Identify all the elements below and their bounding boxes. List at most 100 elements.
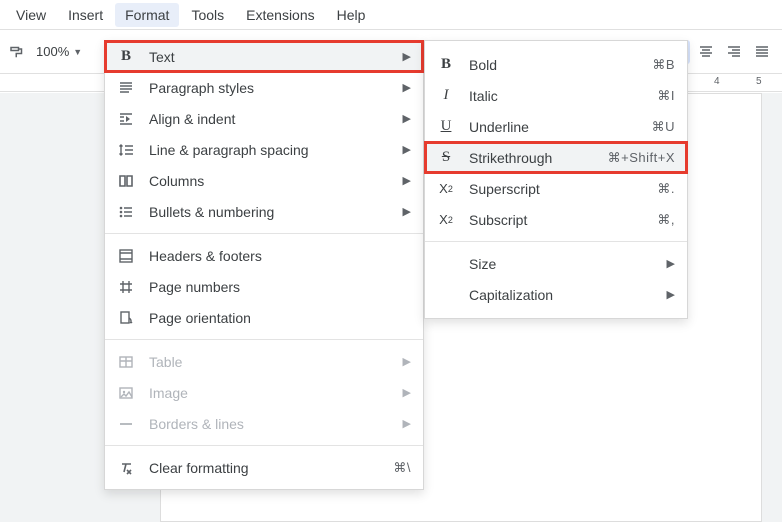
- headers-footers-icon: [117, 247, 135, 265]
- text-underline[interactable]: U Underline ⌘U: [425, 111, 687, 142]
- menubar: View Insert Format Tools Extensions Help: [0, 0, 782, 30]
- text-italic-shortcut: ⌘I: [657, 88, 675, 104]
- align-right-button[interactable]: [722, 40, 746, 64]
- text-subscript-shortcut: ⌘,: [657, 212, 675, 228]
- format-text[interactable]: B Text ▶: [105, 41, 423, 72]
- menu-help[interactable]: Help: [327, 3, 376, 27]
- strikethrough-icon: S: [437, 149, 455, 167]
- format-paragraph-styles[interactable]: Paragraph styles ▶: [105, 72, 423, 103]
- text-caps-label: Capitalization: [469, 287, 653, 303]
- page-orientation-icon: [117, 309, 135, 327]
- table-icon: [117, 353, 135, 371]
- chevron-right-icon: ▶: [403, 205, 411, 218]
- menu-view[interactable]: View: [6, 3, 56, 27]
- text-strike-label: Strikethrough: [469, 150, 594, 166]
- italic-icon: I: [437, 87, 455, 105]
- line-spacing-icon: [117, 141, 135, 159]
- chevron-right-icon: ▶: [667, 257, 675, 270]
- format-table-label: Table: [149, 354, 389, 370]
- text-strikethrough[interactable]: S Strikethrough ⌘+Shift+X: [425, 142, 687, 173]
- format-headers-label: Headers & footers: [149, 248, 411, 264]
- menu-separator: [105, 339, 423, 340]
- format-line-spacing[interactable]: Line & paragraph spacing ▶: [105, 134, 423, 165]
- text-bold-shortcut: ⌘B: [652, 57, 675, 73]
- text-subscript-label: Subscript: [469, 212, 643, 228]
- bold-icon: B: [437, 56, 455, 74]
- chevron-right-icon: ▶: [403, 355, 411, 368]
- chevron-right-icon: ▶: [403, 143, 411, 156]
- format-menu: B Text ▶ Paragraph styles ▶ Align & inde…: [104, 40, 424, 490]
- text-superscript-label: Superscript: [469, 181, 643, 197]
- chevron-right-icon: ▶: [403, 386, 411, 399]
- format-columns-label: Columns: [149, 173, 389, 189]
- superscript-icon: X2: [437, 180, 455, 198]
- underline-icon: U: [437, 118, 455, 136]
- menu-insert[interactable]: Insert: [58, 3, 113, 27]
- clear-formatting-icon: [117, 459, 135, 477]
- menu-separator: [105, 445, 423, 446]
- format-page-orientation[interactable]: Page orientation: [105, 302, 423, 333]
- align-justify-button[interactable]: [750, 40, 774, 64]
- chevron-down-icon: ▼: [73, 47, 82, 57]
- text-size-label: Size: [469, 256, 653, 272]
- page-numbers-icon: [117, 278, 135, 296]
- format-text-label: Text: [149, 49, 389, 65]
- paragraph-styles-icon: [117, 79, 135, 97]
- text-italic[interactable]: I Italic ⌘I: [425, 80, 687, 111]
- bullets-icon: [117, 203, 135, 221]
- format-clear-shortcut: ⌘\: [393, 460, 411, 476]
- paint-format-icon[interactable]: [8, 43, 26, 61]
- format-borders-label: Borders & lines: [149, 416, 389, 432]
- format-align-indent[interactable]: Align & indent ▶: [105, 103, 423, 134]
- bold-icon: B: [117, 48, 135, 66]
- menu-separator: [105, 233, 423, 234]
- format-headers-footers[interactable]: Headers & footers: [105, 240, 423, 271]
- ruler-tick-5: 5: [756, 76, 762, 87]
- format-bullets[interactable]: Bullets & numbering ▶: [105, 196, 423, 227]
- chevron-right-icon: ▶: [403, 174, 411, 187]
- image-icon: [117, 384, 135, 402]
- borders-icon: [117, 415, 135, 433]
- text-size[interactable]: Size ▶: [425, 248, 687, 279]
- format-bullets-label: Bullets & numbering: [149, 204, 389, 220]
- format-pagenumbers-label: Page numbers: [149, 279, 411, 295]
- format-borders-lines: Borders & lines ▶: [105, 408, 423, 439]
- text-submenu: B Bold ⌘B I Italic ⌘I U Underline ⌘U S S…: [424, 40, 688, 319]
- zoom-dropdown[interactable]: 100% ▼: [36, 44, 82, 59]
- menu-tools[interactable]: Tools: [181, 3, 234, 27]
- text-strike-shortcut: ⌘+Shift+X: [608, 150, 675, 166]
- text-italic-label: Italic: [469, 88, 643, 104]
- chevron-right-icon: ▶: [403, 112, 411, 125]
- subscript-icon: X2: [437, 211, 455, 229]
- align-center-button[interactable]: [694, 40, 718, 64]
- format-paragraph-label: Paragraph styles: [149, 80, 389, 96]
- text-subscript[interactable]: X2 Subscript ⌘,: [425, 204, 687, 235]
- align-indent-icon: [117, 110, 135, 128]
- ruler-tick-4: 4: [714, 76, 720, 87]
- format-orientation-label: Page orientation: [149, 310, 411, 326]
- text-capitalization[interactable]: Capitalization ▶: [425, 279, 687, 310]
- menu-format[interactable]: Format: [115, 3, 179, 27]
- format-image-label: Image: [149, 385, 389, 401]
- columns-icon: [117, 172, 135, 190]
- text-superscript-shortcut: ⌘.: [657, 181, 675, 197]
- chevron-right-icon: ▶: [667, 288, 675, 301]
- format-clear-label: Clear formatting: [149, 460, 379, 476]
- zoom-value: 100%: [36, 44, 69, 59]
- format-clear[interactable]: Clear formatting ⌘\: [105, 452, 423, 483]
- format-page-numbers[interactable]: Page numbers: [105, 271, 423, 302]
- menu-extensions[interactable]: Extensions: [236, 3, 324, 27]
- menu-separator: [425, 241, 687, 242]
- format-image: Image ▶: [105, 377, 423, 408]
- text-underline-shortcut: ⌘U: [652, 119, 675, 135]
- format-linespacing-label: Line & paragraph spacing: [149, 142, 389, 158]
- text-superscript[interactable]: X2 Superscript ⌘.: [425, 173, 687, 204]
- chevron-right-icon: ▶: [403, 50, 411, 63]
- format-columns[interactable]: Columns ▶: [105, 165, 423, 196]
- text-underline-label: Underline: [469, 119, 638, 135]
- format-align-label: Align & indent: [149, 111, 389, 127]
- text-bold[interactable]: B Bold ⌘B: [425, 49, 687, 80]
- format-table: Table ▶: [105, 346, 423, 377]
- chevron-right-icon: ▶: [403, 81, 411, 94]
- chevron-right-icon: ▶: [403, 417, 411, 430]
